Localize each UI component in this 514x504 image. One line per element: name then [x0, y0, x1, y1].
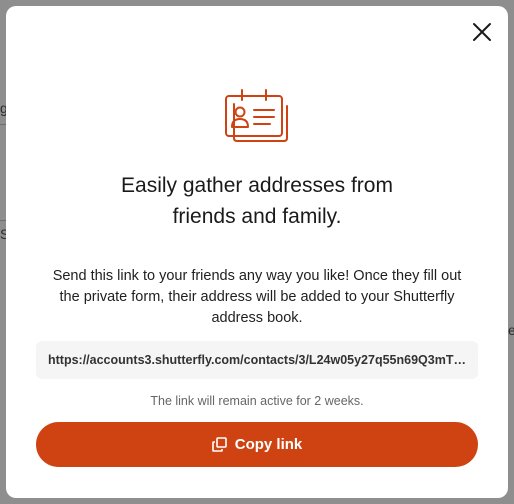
modal-title: Easily gather addresses from friends and…	[121, 174, 393, 228]
background-page-fragment: e	[508, 322, 514, 338]
close-button[interactable]	[470, 20, 494, 44]
close-icon	[473, 23, 491, 41]
share-link-field[interactable]: https://accounts3.shutterfly.com/contact…	[36, 341, 478, 379]
copy-link-label: Copy link	[234, 436, 303, 453]
copy-icon	[211, 437, 227, 452]
share-link-text[interactable]: https://accounts3.shutterfly.com/contact…	[48, 353, 466, 367]
contact-card-icon	[222, 86, 292, 144]
link-expiry-note: The link will remain active for 2 weeks.	[150, 394, 364, 408]
share-link-modal: Easily gather addresses from friends and…	[6, 6, 508, 498]
modal-description: Send this link to your friends any way y…	[52, 268, 462, 326]
copy-link-button[interactable]: Copy link	[36, 422, 478, 467]
